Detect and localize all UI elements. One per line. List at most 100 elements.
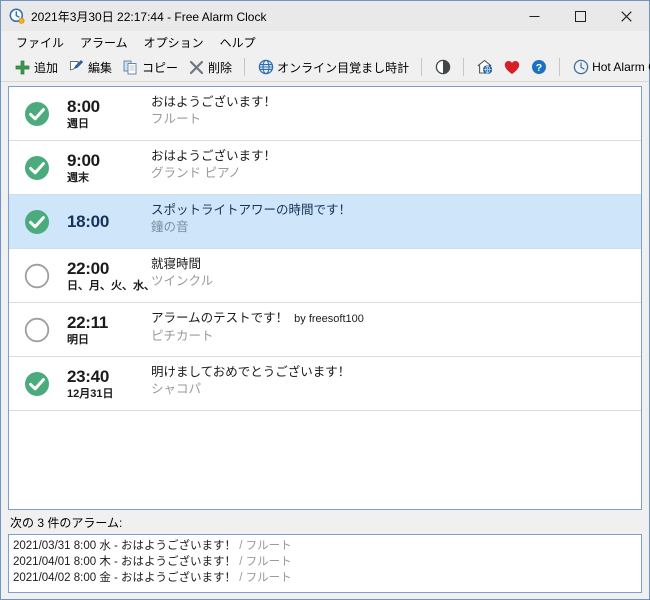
toolbar-separator-1 — [244, 58, 246, 76]
alarm-time: 9:00 — [67, 150, 100, 170]
next-alarm-line: 2021/04/01 8:00 木 - おはようございます！ / フルート — [13, 554, 637, 570]
alarm-row[interactable]: 9:00 週末 おはようございます！ グランド ピアノ — [9, 141, 641, 195]
heart-icon — [503, 59, 520, 76]
edit-alarm-button[interactable]: 編集 — [63, 55, 117, 79]
toolbar-separator-4 — [559, 58, 561, 76]
alarm-description-cell: 就寝時間 ツインクル — [145, 249, 641, 290]
alarm-sound: ツインクル — [151, 274, 214, 288]
alarm-row[interactable]: 8:00 週日 おはようございます！ フルート — [9, 87, 641, 141]
alarm-time: 22:11 — [67, 312, 109, 332]
clock-icon — [572, 59, 589, 76]
alarm-enabled-check-icon[interactable] — [24, 155, 50, 181]
alarm-time-cell: 9:00 週末 — [65, 151, 145, 185]
menu-alarm[interactable]: アラーム — [72, 32, 136, 53]
toolbar-separator-3 — [463, 58, 465, 76]
app-window: 2021年3月30日 22:17:44 - Free Alarm Clock フ… — [0, 0, 650, 600]
donate-heart-button[interactable] — [498, 55, 525, 79]
alarm-toggle-cell[interactable] — [9, 371, 65, 397]
alarm-description-cell: 明けましておめでとうございます！ シャコパ — [145, 357, 641, 398]
alarm-toggle-cell[interactable] — [9, 155, 65, 181]
alarm-description-cell: おはようございます！ グランド ピアノ — [145, 141, 641, 182]
edit-alarm-label: 編集 — [88, 60, 113, 75]
alarm-sound: フルート — [151, 112, 202, 126]
alarm-description-cell: おはようございます！ フルート — [145, 87, 641, 128]
copy-alarm-button[interactable]: コピー — [117, 55, 183, 79]
alarm-toggle-cell[interactable] — [9, 209, 65, 235]
question-help-icon: ? — [530, 59, 547, 76]
help-button[interactable]: ? — [525, 55, 552, 79]
home-globe-button[interactable] — [471, 55, 498, 79]
alarm-sound: シャコパ — [151, 382, 202, 396]
contrast-toggle-icon — [434, 59, 451, 76]
alarm-title-text: おはようございます！ — [151, 149, 277, 163]
alarm-schedule: 明日 — [67, 333, 89, 346]
alarm-time: 23:40 — [67, 366, 109, 386]
alarm-enabled-check-icon[interactable] — [24, 371, 50, 397]
alarm-time-cell: 23:40 12月31日 — [65, 367, 145, 401]
menu-options[interactable]: オプション — [136, 32, 212, 53]
copy-alarm-label: コピー — [142, 60, 179, 75]
delete-alarm-label: 削除 — [208, 60, 233, 75]
alarm-time-cell: 22:00 日、月、火、水、 — [65, 258, 155, 293]
contrast-toggle-button[interactable] — [429, 55, 456, 79]
menu-help[interactable]: ヘルプ — [212, 32, 264, 53]
alarm-list[interactable]: 8:00 週日 おはようございます！ フルート 9:00 週末 おはようございます！ グランド… — [8, 86, 642, 510]
alarm-title-text: スポットライトアワーの時間です！ — [151, 203, 352, 217]
alarm-enabled-check-icon[interactable] — [24, 101, 50, 127]
alarm-title-text: おはようございます！ — [151, 95, 277, 109]
x-delete-icon — [188, 59, 205, 76]
alarm-row[interactable]: 18:00 スポットライトアワーの時間です！ 鐘の音 — [9, 195, 641, 249]
alarm-title: アラームのテストです！ by freesoft100 — [151, 310, 641, 328]
alarm-sound: グランド ピアノ — [151, 166, 241, 180]
window-controls — [511, 1, 649, 31]
content-area: 8:00 週日 おはようございます！ フルート 9:00 週末 おはようございます！ グランド… — [1, 82, 649, 599]
alarm-row[interactable]: 22:00 日、月、火、水、 就寝時間 ツインクル — [9, 249, 641, 303]
menu-file[interactable]: ファイル — [8, 32, 72, 53]
alarm-list-empty-area[interactable] — [9, 411, 641, 509]
minimize-button[interactable] — [511, 1, 557, 31]
svg-text:?: ? — [535, 62, 541, 74]
alarm-title-text: アラームのテストです！ — [151, 311, 289, 325]
alarm-description-cell: スポットライトアワーの時間です！ 鐘の音 — [145, 195, 641, 236]
alarm-toggle-cell[interactable] — [9, 101, 65, 127]
next-alarm-sound: / フルート — [236, 540, 292, 552]
maximize-button[interactable] — [557, 1, 603, 31]
alarm-row[interactable]: 23:40 12月31日 明けましておめでとうございます！ シャコパ — [9, 357, 641, 411]
next-alarm-datetime: 2021/04/02 8:00 金 - おはようございます！ — [13, 572, 237, 584]
alarm-schedule: 週日 — [67, 117, 89, 130]
alarm-toggle-cell[interactable] — [9, 317, 65, 343]
next-alarm-line: 2021/03/31 8:00 水 - おはようございます！ / フルート — [13, 538, 637, 554]
alarm-time: 18:00 — [67, 212, 109, 231]
plus-icon — [14, 59, 31, 76]
alarm-title: おはようございます！ — [151, 148, 641, 165]
title-bar[interactable]: 2021年3月30日 22:17:44 - Free Alarm Clock — [1, 1, 649, 31]
online-alarm-clock-button[interactable]: オンライン目覚まし時計 — [252, 55, 414, 79]
alarm-enabled-check-icon[interactable] — [24, 209, 50, 235]
hot-alarm-clock-button[interactable]: Hot Alarm Clock — [567, 55, 650, 79]
alarm-disabled-circle-icon[interactable] — [24, 263, 50, 289]
delete-alarm-button[interactable]: 削除 — [183, 55, 237, 79]
next-alarm-line: 2021/04/02 8:00 金 - おはようございます！ / フルート — [13, 570, 637, 586]
online-alarm-clock-label: オンライン目覚まし時計 — [277, 60, 410, 75]
alarm-disabled-circle-icon[interactable] — [24, 317, 50, 343]
toolbar-separator-2 — [421, 58, 423, 76]
next-alarms-box[interactable]: 2021/03/31 8:00 水 - おはようございます！ / フルート 202… — [8, 534, 642, 593]
hot-alarm-clock-label: Hot Alarm Clock — [592, 60, 650, 74]
add-alarm-label: 追加 — [34, 60, 59, 75]
alarm-title: おはようございます！ — [151, 94, 641, 111]
alarm-time: 22:00 — [67, 258, 109, 278]
alarm-schedule: 12月31日 — [67, 387, 114, 400]
alarm-byline: by freesoft100 — [294, 313, 364, 325]
copy-pages-icon — [122, 59, 139, 76]
alarm-time-cell: 22:11 明日 — [65, 313, 145, 347]
alarm-toggle-cell[interactable] — [9, 263, 65, 289]
alarm-time-cell: 8:00 週日 — [65, 97, 145, 131]
alarm-schedule: 週末 — [67, 171, 89, 184]
next-alarm-sound: / フルート — [236, 556, 292, 568]
alarm-row[interactable]: 22:11 明日 アラームのテストです！ by freesoft100 ピチカート — [9, 303, 641, 357]
alarm-schedule: 日、月、火、水、 — [67, 279, 155, 292]
add-alarm-button[interactable]: 追加 — [9, 55, 63, 79]
close-button[interactable] — [603, 1, 649, 31]
alarm-sound: ピチカート — [151, 329, 214, 343]
globe-icon — [257, 59, 274, 76]
